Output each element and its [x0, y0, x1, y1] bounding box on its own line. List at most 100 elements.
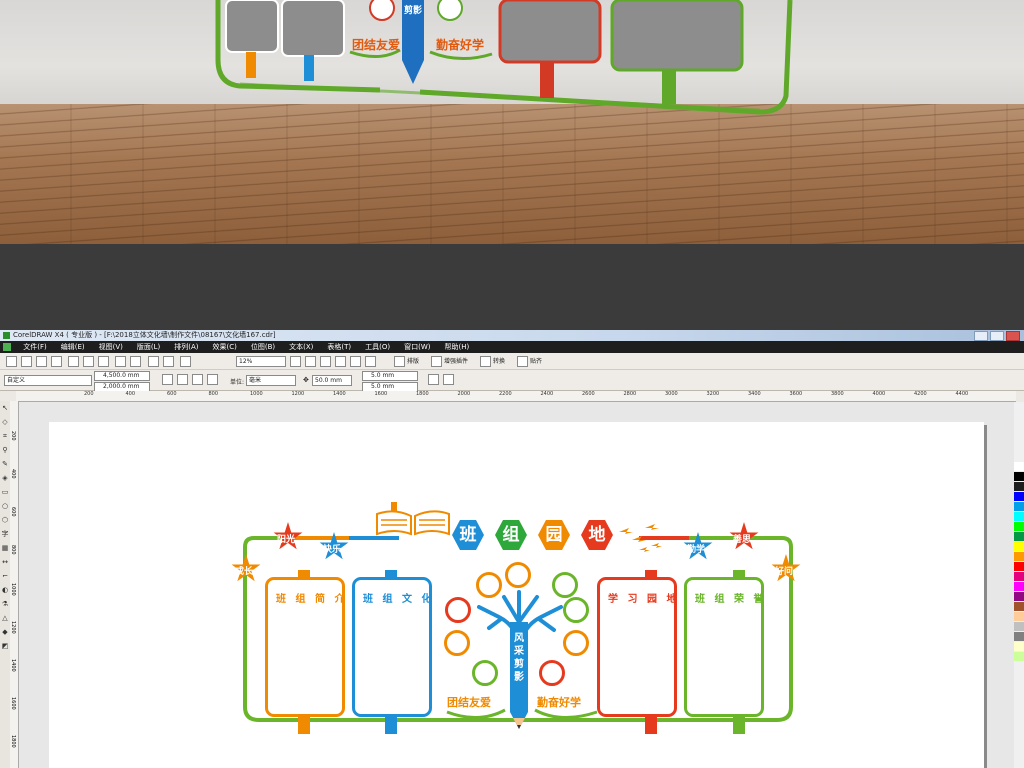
- palette-swatch[interactable]: [1014, 652, 1024, 661]
- palette-swatch[interactable]: [1014, 482, 1024, 491]
- ellipse-tool-icon[interactable]: ○: [0, 499, 10, 513]
- fill-tool-icon[interactable]: ◆: [0, 625, 10, 639]
- palette-swatch[interactable]: [1014, 502, 1024, 511]
- menu-item-3[interactable]: 版面(L): [137, 343, 160, 351]
- polygon-tool-icon[interactable]: ⬡: [0, 513, 10, 527]
- menu-item-2[interactable]: 视图(V): [99, 343, 123, 351]
- outline-tool-icon[interactable]: △: [0, 611, 10, 625]
- palette-swatch[interactable]: [1014, 462, 1024, 471]
- zoom-select[interactable]: 12%: [236, 356, 286, 367]
- palette-swatch[interactable]: [1014, 622, 1024, 631]
- minimize-button[interactable]: [973, 331, 988, 341]
- copy-icon[interactable]: [83, 356, 95, 367]
- portrait-icon[interactable]: [162, 374, 173, 385]
- pick-tool-icon[interactable]: ↖: [0, 401, 10, 415]
- panel-intro-title: 班 组 简 介: [276, 594, 348, 605]
- menu-item-4[interactable]: 排列(A): [174, 343, 198, 351]
- menu-item-0[interactable]: 文件(F): [23, 343, 47, 351]
- units-options-icon[interactable]: [428, 374, 439, 385]
- rectangle-tool-icon[interactable]: ▭: [0, 485, 10, 499]
- maximize-button[interactable]: [989, 331, 1004, 341]
- drawing-canvas[interactable]: 班 组 简 介 班 组 文 化 学 习 园 地 班 组 荣 誉 班 组 园 地 …: [19, 402, 1014, 768]
- cut-icon[interactable]: [68, 356, 80, 367]
- palette-swatch[interactable]: [1014, 472, 1024, 481]
- connector-tool-icon[interactable]: ⌐: [0, 569, 10, 583]
- plugin-button-1[interactable]: 增强插件: [429, 356, 468, 367]
- ruler-tick-label: 3200: [706, 391, 720, 397]
- page-width-input[interactable]: 4,500.0 mm: [94, 371, 150, 381]
- nudge-input[interactable]: 50.0 mm: [312, 375, 352, 386]
- pencil-text: 风采剪影: [514, 633, 524, 683]
- new-icon[interactable]: [6, 356, 17, 367]
- interactive-fill-icon[interactable]: ◩: [0, 639, 10, 653]
- zoom-page-icon[interactable]: [335, 356, 346, 367]
- zoom-out-icon[interactable]: [305, 356, 316, 367]
- menu-item-7[interactable]: 文本(X): [289, 343, 313, 351]
- menu-item-10[interactable]: 窗口(W): [404, 343, 430, 351]
- crop-tool-icon[interactable]: ⌗: [0, 429, 10, 443]
- plugin-button-2[interactable]: 转换: [478, 356, 505, 367]
- units-select[interactable]: 毫米: [246, 375, 296, 386]
- open-icon[interactable]: [21, 356, 32, 367]
- palette-swatch[interactable]: [1014, 592, 1024, 601]
- redo-icon[interactable]: [130, 356, 142, 367]
- palette-swatch[interactable]: [1014, 552, 1024, 561]
- menu-item-6[interactable]: 位图(B): [251, 343, 275, 351]
- undo-icon[interactable]: [115, 356, 127, 367]
- plugin-icon-1: [431, 356, 443, 367]
- vruler-tick-label: 1000: [10, 583, 16, 596]
- palette-swatch[interactable]: [1014, 572, 1024, 581]
- zoom-in-icon[interactable]: [290, 356, 301, 367]
- table-tool-icon[interactable]: ▦: [0, 541, 10, 555]
- save-icon[interactable]: [36, 356, 47, 367]
- landscape-icon[interactable]: [177, 374, 188, 385]
- palette-swatch[interactable]: [1014, 642, 1024, 651]
- all-pages-icon[interactable]: [192, 374, 203, 385]
- plugin-buttons: 排版 增强插件 转换 贴齐: [392, 356, 552, 367]
- zoom-width-icon[interactable]: [350, 356, 361, 367]
- import-icon[interactable]: [147, 356, 159, 367]
- launcher-icon[interactable]: [179, 356, 191, 367]
- text-tool-icon[interactable]: 字: [0, 527, 10, 541]
- post-red-bottom: [645, 714, 657, 734]
- zoom-height-icon[interactable]: [365, 356, 376, 367]
- close-button[interactable]: [1006, 331, 1020, 341]
- palette-swatch[interactable]: [1014, 612, 1024, 621]
- shape-tool-icon[interactable]: ◇: [0, 415, 10, 429]
- paste-icon[interactable]: [98, 356, 110, 367]
- palette-swatch[interactable]: [1014, 542, 1024, 551]
- palette-swatch[interactable]: [1014, 522, 1024, 531]
- coreldraw-window: CorelDRAW X4 ( 专业版 ) - [F:\2018立体文化墙\制作文…: [0, 330, 1024, 768]
- freehand-tool-icon[interactable]: ✎: [0, 457, 10, 471]
- menu-item-1[interactable]: 编辑(E): [61, 343, 85, 351]
- zoom-tool-icon[interactable]: ⚲: [0, 443, 10, 457]
- zoom-fit-icon[interactable]: [320, 356, 331, 367]
- document-page[interactable]: 班 组 简 介 班 组 文 化 学 习 园 地 班 组 荣 誉 班 组 园 地 …: [49, 422, 984, 768]
- palette-swatch[interactable]: [1014, 492, 1024, 501]
- panel-intro: 班 组 简 介: [265, 577, 345, 717]
- slogan-left: 团结友爱: [447, 696, 491, 709]
- palette-swatch[interactable]: [1014, 532, 1024, 541]
- ruler-tick-label: 3400: [748, 391, 761, 397]
- palette-swatch[interactable]: [1014, 632, 1024, 641]
- palette-swatch[interactable]: [1014, 512, 1024, 521]
- menu-item-9[interactable]: 工具(O): [365, 343, 390, 351]
- blend-tool-icon[interactable]: ◐: [0, 583, 10, 597]
- menu-item-8[interactable]: 表格(T): [327, 343, 351, 351]
- current-page-icon[interactable]: [207, 374, 218, 385]
- plugin-button-0[interactable]: 排版: [392, 356, 419, 367]
- eyedropper-tool-icon[interactable]: ⚗: [0, 597, 10, 611]
- page-size-select[interactable]: 自定义: [4, 375, 92, 386]
- treat-as-filled-icon[interactable]: [443, 374, 454, 385]
- duplicate-x-input[interactable]: 5.0 mm: [362, 371, 418, 381]
- smart-fill-icon[interactable]: ◈: [0, 471, 10, 485]
- menu-item-5[interactable]: 效果(C): [213, 343, 237, 351]
- export-icon[interactable]: [162, 356, 174, 367]
- plugin-button-3[interactable]: 贴齐: [515, 356, 542, 367]
- palette-swatch[interactable]: [1014, 602, 1024, 611]
- print-icon[interactable]: [51, 356, 62, 367]
- menu-item-11[interactable]: 帮助(H): [445, 343, 470, 351]
- dimension-tool-icon[interactable]: ↔: [0, 555, 10, 569]
- palette-swatch[interactable]: [1014, 582, 1024, 591]
- palette-swatch[interactable]: [1014, 562, 1024, 571]
